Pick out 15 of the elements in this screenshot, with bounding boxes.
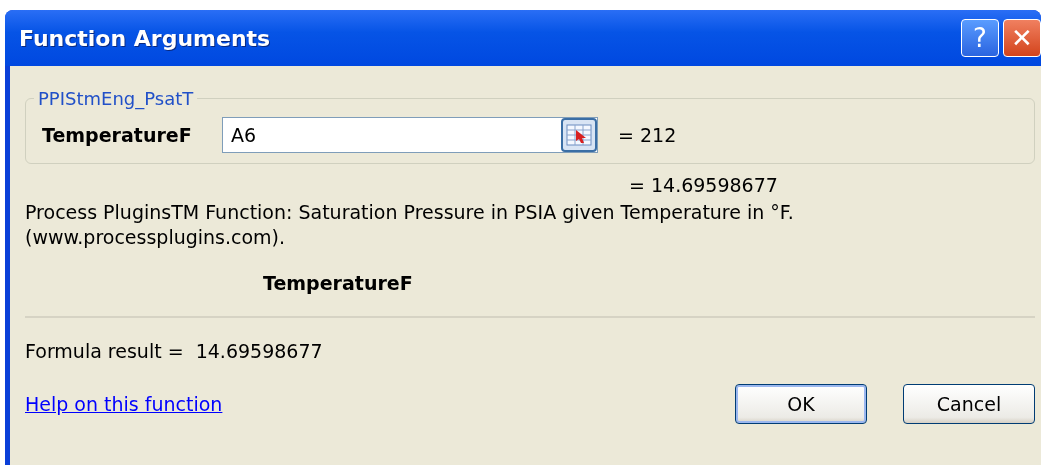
formula-result: Formula result = 14.69598677	[25, 340, 324, 362]
help-link[interactable]: Help on this function	[25, 393, 699, 415]
function-description: Process PluginsTM Function: Saturation Pressure in PSIA given Temperature in °F. (www.processplugins.com).	[25, 200, 795, 250]
grid-arrow-icon	[566, 124, 592, 146]
cancel-button[interactable]: Cancel	[903, 384, 1035, 424]
argument-value: = 212	[618, 124, 677, 146]
ok-button[interactable]: OK	[735, 384, 867, 424]
function-name: PPIStmEng_PsatT	[37, 88, 195, 109]
argument-field[interactable]: A6	[222, 117, 598, 153]
function-result: = 14.69598677	[629, 174, 779, 196]
window-title: Function Arguments	[19, 25, 272, 51]
argument-description: TemperatureF	[263, 272, 414, 294]
range-select-button[interactable]	[561, 118, 597, 152]
help-button[interactable]: ?	[961, 19, 999, 57]
argument-label: TemperatureF	[42, 124, 193, 146]
